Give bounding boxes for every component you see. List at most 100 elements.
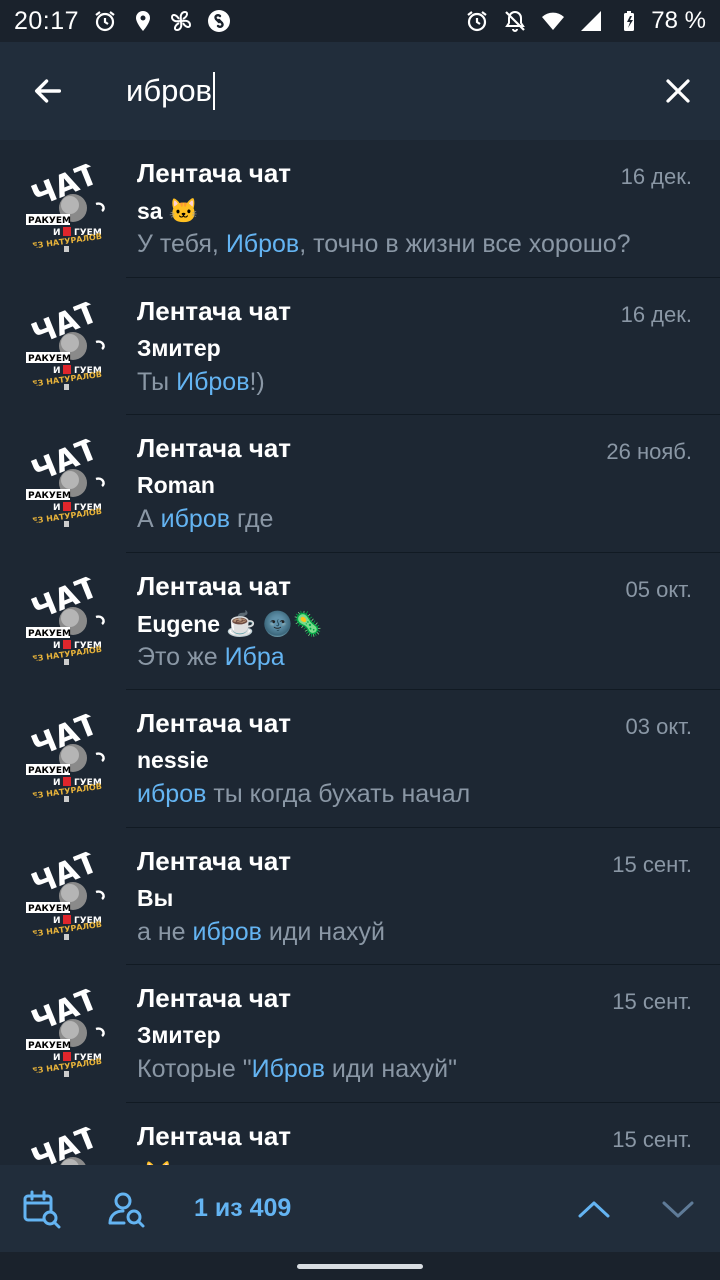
message-date: 15 сент. xyxy=(612,1126,692,1152)
search-result-row[interactable]: ЧАТ РАКУЕМ И ГУЕМ БЕЗ НАТУРАЛОВ Лентача … xyxy=(0,828,720,965)
alarm-icon xyxy=(93,9,117,33)
message-sender: Roman xyxy=(137,472,221,499)
chat-title: Лентача чат xyxy=(137,295,292,326)
back-button[interactable] xyxy=(0,42,96,140)
message-snippet: Это же Ибра xyxy=(137,643,285,672)
status-bar: 20:17 78 % xyxy=(0,0,720,42)
snippet-match: ибров xyxy=(160,505,230,533)
svg-text:И: И xyxy=(53,1053,61,1063)
battery-icon xyxy=(617,9,641,33)
message-snippet: Ты Ибров!) xyxy=(137,368,265,397)
search-result-row[interactable]: ЧАТ РАКУЕМ И ГУЕМ БЕЗ НАТУРАЛОВ Лентача … xyxy=(0,553,720,690)
search-by-date-button[interactable] xyxy=(0,1165,84,1252)
clear-search-button[interactable] xyxy=(638,42,718,140)
chat-avatar: ЧАТ РАКУЕМ И ГУЕМ БЕЗ НАТУРАЛОВ xyxy=(18,710,116,808)
svg-text:РАКУЕМ: РАКУЕМ xyxy=(28,491,71,501)
snippet-after: иди нахуй" xyxy=(324,1055,457,1083)
signal-icon xyxy=(579,9,603,33)
message-date: 15 сент. xyxy=(612,851,692,877)
snippet-match: Ибра xyxy=(224,642,285,671)
svg-text:РАКУЕМ: РАКУЕМ xyxy=(28,216,71,226)
snippet-after: , точно в жизни все хорошо? xyxy=(299,230,631,258)
chat-title: Лентача чат xyxy=(137,708,292,738)
svg-text:И: И xyxy=(53,641,61,651)
close-icon xyxy=(666,79,690,103)
chat-avatar: ЧАТ РАКУЕМ И ГУЕМ БЕЗ НАТУРАЛОВ xyxy=(18,848,116,946)
wifi-icon xyxy=(541,9,565,33)
search-result-counter: 1 из 409 xyxy=(194,1194,292,1222)
snippet-match: ибров xyxy=(137,780,207,808)
home-gesture-handle[interactable] xyxy=(297,1263,423,1269)
sender-emoji: ☕ 🌚🦠 xyxy=(226,610,323,638)
message-sender: Вы xyxy=(137,885,179,912)
svg-text:РАКУЕМ: РАКУЕМ xyxy=(28,1041,71,1051)
snippet-after: !) xyxy=(249,367,265,396)
message-snippet: А ибров где xyxy=(137,505,273,534)
chevron-down-icon xyxy=(662,1201,694,1217)
svg-text:РАКУЕМ: РАКУЕМ xyxy=(28,766,71,776)
chat-avatar: ЧАТ РАКУЕМ И ГУЕМ БЕЗ НАТУРАЛОВ xyxy=(18,298,116,396)
message-sender: nessie xyxy=(137,747,215,774)
search-result-row[interactable]: ЧАТ РАКУЕМ И ГУЕМ БЕЗ НАТУРАЛОВ Лентача … xyxy=(0,1103,720,1166)
search-result-row[interactable]: ЧАТ РАКУЕМ И ГУЕМ БЕЗ НАТУРАЛОВ Лентача … xyxy=(0,415,720,553)
snippet-before: Это же xyxy=(137,642,225,671)
chat-title: Лентача чат xyxy=(137,158,292,188)
svg-text:И: И xyxy=(53,503,61,513)
message-date: 16 дек. xyxy=(620,301,692,327)
snippet-match: Ибров xyxy=(251,1055,325,1083)
snippet-before: а не xyxy=(137,917,193,946)
snippet-before: Ты xyxy=(137,367,177,396)
next-result-button[interactable] xyxy=(636,1165,720,1252)
search-results-list[interactable]: ЧАТ РАКУЕМ И ГУЕМ БЕЗ НАТУРАЛОВ Лентача … xyxy=(0,140,720,1165)
svg-text:И: И xyxy=(53,228,61,238)
snippet-before: У тебя, xyxy=(137,230,226,258)
chat-title: Лентача чат xyxy=(137,433,292,463)
message-snippet: а не ибров иди нахуй xyxy=(137,918,385,947)
shazam-icon xyxy=(207,9,231,33)
alarm-icon xyxy=(465,9,489,33)
snippet-after: ты когда бухать начал xyxy=(206,780,471,808)
snippet-match: Ибров xyxy=(176,367,250,396)
search-header: ибров xyxy=(0,42,720,140)
sender-name: sa xyxy=(137,198,163,224)
snippet-match: ибров xyxy=(192,917,262,946)
chat-title: Лентача чат xyxy=(137,570,292,601)
search-by-member-button[interactable] xyxy=(84,1165,168,1252)
arrow-left-icon xyxy=(34,79,62,103)
navigation-bar xyxy=(0,1252,720,1280)
message-sender: Змитер xyxy=(137,1022,227,1049)
snippet-before: Которые " xyxy=(137,1055,252,1083)
battery-percentage: 78 % xyxy=(651,7,706,34)
message-date: 03 окт. xyxy=(625,714,692,739)
svg-text:И: И xyxy=(53,366,61,376)
sender-name: Змитер xyxy=(137,334,221,361)
location-icon xyxy=(131,9,155,33)
svg-text:И: И xyxy=(53,778,61,788)
sender-name: Вы xyxy=(137,884,174,911)
search-result-row[interactable]: ЧАТ РАКУЕМ И ГУЕМ БЕЗ НАТУРАЛОВ Лентача … xyxy=(0,140,720,278)
chat-avatar: ЧАТ РАКУЕМ И ГУЕМ БЕЗ НАТУРАЛОВ xyxy=(18,573,116,671)
search-result-row[interactable]: ЧАТ РАКУЕМ И ГУЕМ БЕЗ НАТУРАЛОВ Лентача … xyxy=(0,278,720,415)
mute-icon xyxy=(503,9,527,33)
snippet-after: иди нахуй xyxy=(261,917,385,946)
search-input[interactable]: ибров xyxy=(96,42,638,140)
fan-icon xyxy=(169,9,193,33)
message-snippet: Которые "Ибров иди нахуй" xyxy=(137,1055,457,1084)
search-result-row[interactable]: ЧАТ РАКУЕМ И ГУЕМ БЕЗ НАТУРАЛОВ Лентача … xyxy=(0,690,720,828)
message-sender: Eugene ☕ 🌚🦠 xyxy=(137,610,322,639)
svg-text:РАКУЕМ: РАКУЕМ xyxy=(28,629,71,639)
snippet-match: Ибров xyxy=(225,230,300,258)
calendar-search-icon xyxy=(23,1190,61,1228)
svg-text:ЧАТ: ЧАТ xyxy=(27,1123,104,1166)
search-result-row[interactable]: ЧАТ РАКУЕМ И ГУЕМ БЕЗ НАТУРАЛОВ Лентача … xyxy=(0,965,720,1103)
message-sender: sa 🐱 xyxy=(137,197,198,226)
sender-emoji: 🐱 xyxy=(168,198,199,225)
chat-avatar: ЧАТ РАКУЕМ И ГУЕМ БЕЗ НАТУРАЛОВ xyxy=(18,435,116,533)
snippet-after: где xyxy=(230,505,274,533)
chat-avatar: ЧАТ РАКУЕМ И ГУЕМ БЕЗ НАТУРАЛОВ xyxy=(18,160,116,258)
status-time: 20:17 xyxy=(14,6,80,35)
message-snippet: У тебя, Ибров, точно в жизни все хорошо? xyxy=(137,230,631,259)
previous-result-button[interactable] xyxy=(552,1165,636,1252)
user-search-icon xyxy=(108,1192,145,1227)
chat-title: Лентача чат xyxy=(137,983,292,1013)
